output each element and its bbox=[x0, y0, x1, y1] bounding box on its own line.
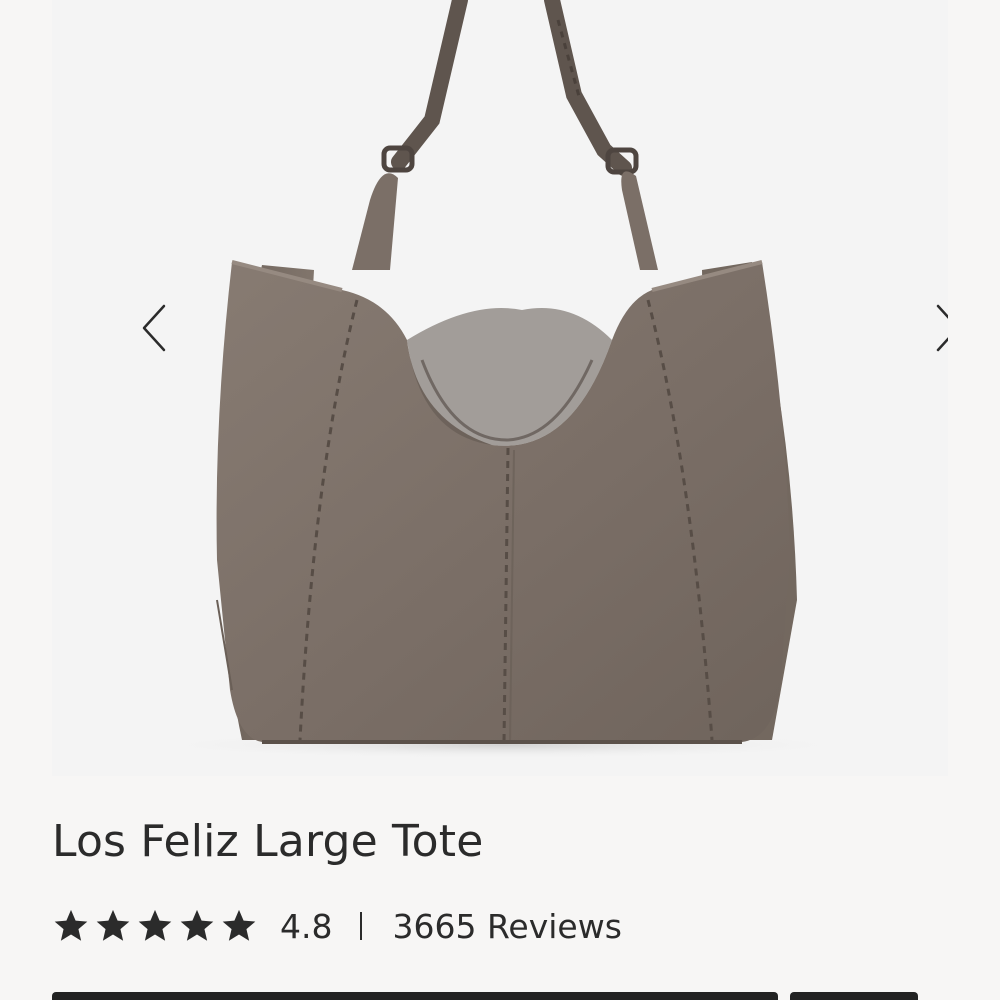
chevron-left-icon bbox=[142, 304, 166, 352]
product-image bbox=[142, 0, 862, 759]
reviews-link[interactable]: 3665 Reviews bbox=[392, 907, 621, 946]
product-page: Los Feliz Large Tote 4.8 3665 Reviews bbox=[0, 0, 1000, 1000]
star-icon bbox=[180, 909, 214, 941]
secondary-bar bbox=[790, 992, 918, 1000]
star-icon bbox=[222, 909, 256, 941]
product-gallery bbox=[52, 0, 948, 776]
star-rating bbox=[52, 907, 258, 945]
star-icon bbox=[54, 909, 88, 941]
star-icon bbox=[96, 909, 130, 941]
price-bar bbox=[52, 992, 778, 1000]
rating-row: 4.8 3665 Reviews bbox=[52, 898, 622, 954]
rating-value: 4.8 bbox=[280, 906, 333, 946]
star-icon bbox=[138, 909, 172, 941]
product-title: Los Feliz Large Tote bbox=[52, 816, 484, 867]
gallery-next-button[interactable] bbox=[928, 300, 948, 356]
gallery-prev-button[interactable] bbox=[134, 300, 174, 356]
rating-separator bbox=[360, 912, 363, 940]
chevron-right-icon bbox=[936, 304, 948, 352]
